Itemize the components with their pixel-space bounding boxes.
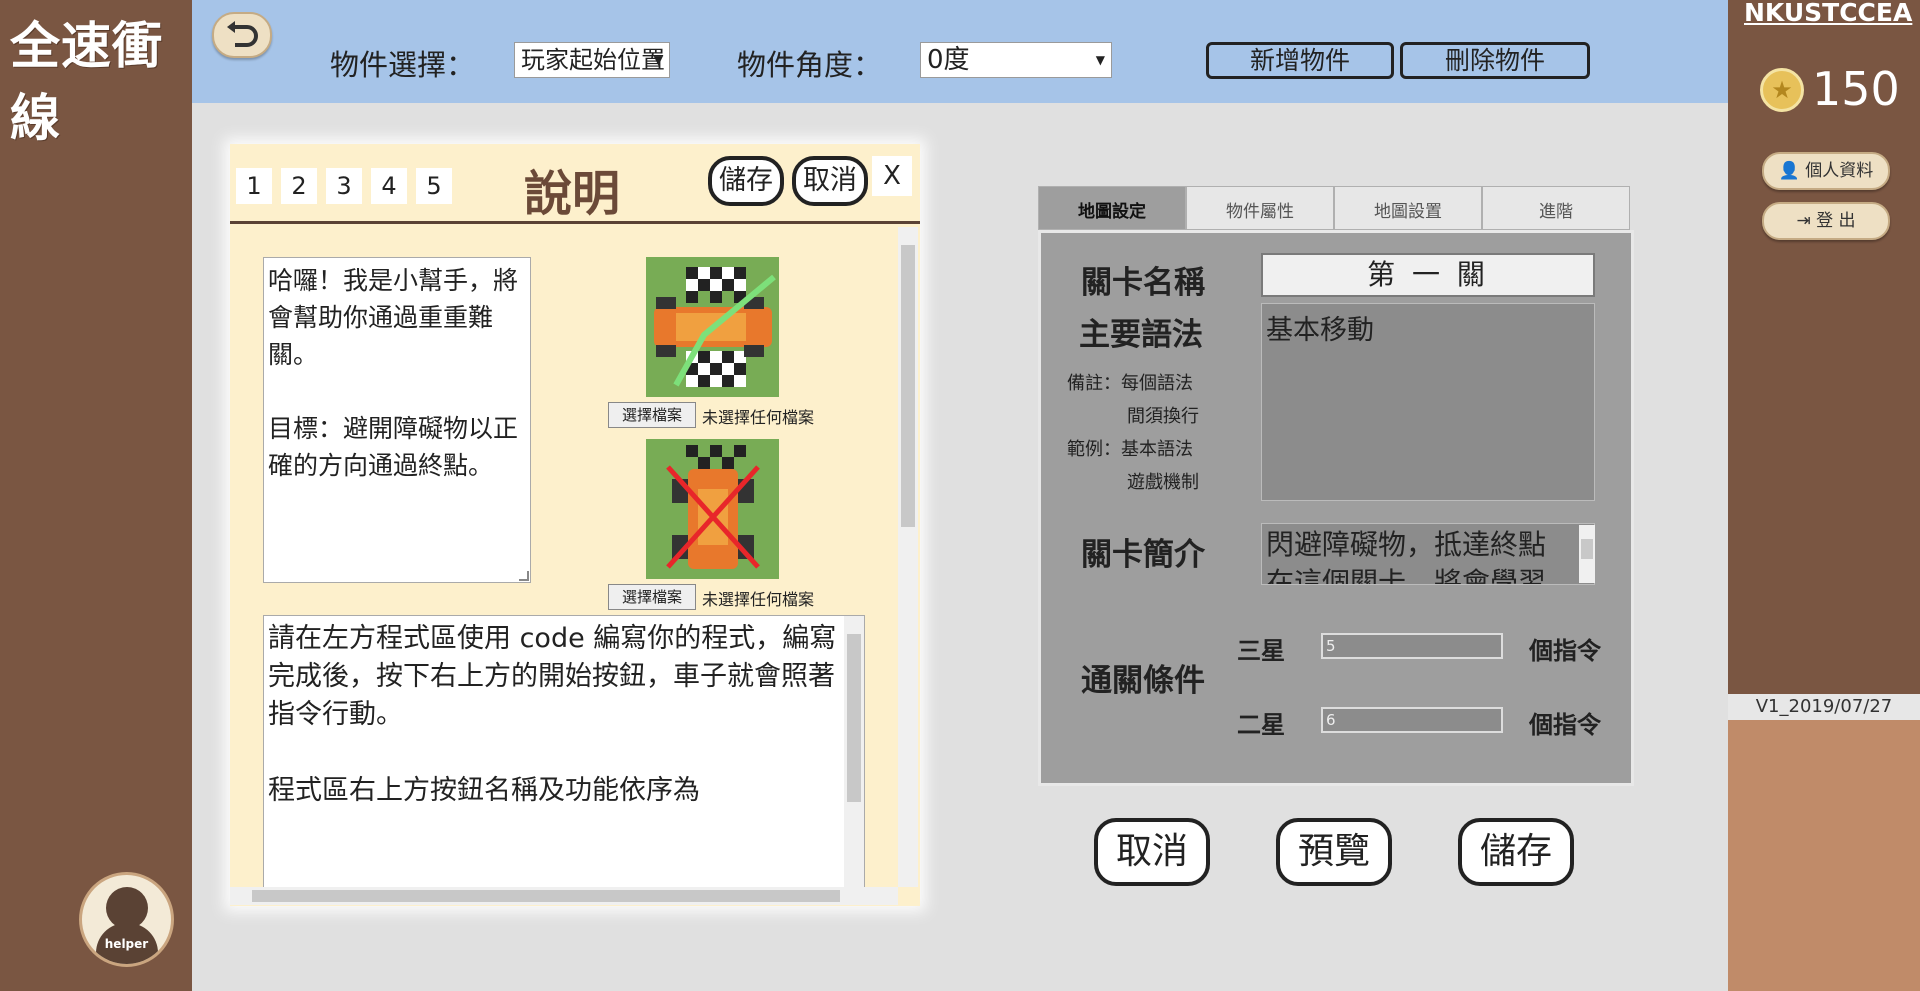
three-star-unit: 個指令 — [1529, 637, 1601, 665]
wrong-example-image — [646, 439, 779, 579]
profile-button[interactable]: 👤 個人資料 — [1762, 152, 1890, 190]
page-button-3[interactable]: 3 — [326, 168, 362, 204]
level-intro-scroll-thumb[interactable] — [1581, 539, 1593, 559]
cancel-button[interactable]: 取消 — [1094, 818, 1210, 886]
dropdown-arrow-icon: ▼ — [653, 53, 663, 67]
note-line-2: 間須換行 — [1127, 406, 1199, 427]
close-button[interactable]: X — [872, 156, 912, 196]
top-toolbar: 物件選擇： 玩家起始位置 ▼ 物件角度： 0度 ▼ 新增物件 刪除物件 — [192, 0, 1728, 103]
description-cancel-button[interactable]: 取消 — [792, 156, 868, 206]
description-header: 1 2 3 4 5 說明 儲存 取消 X — [230, 144, 920, 224]
correct-example-image — [646, 257, 779, 397]
level-intro-textarea[interactable]: 閃避障礙物，抵達終點 在這個關卡，將會學習 — [1261, 523, 1595, 585]
object-angle-dropdown[interactable]: 0度 ▼ — [920, 42, 1112, 78]
instructions-textarea[interactable]: 請在左方程式區使用 code 編寫你的程式，編寫完成後，按下右上方的開始按鈕，車… — [263, 615, 865, 895]
page-button-5[interactable]: 5 — [416, 168, 452, 204]
logout-label: 登 出 — [1816, 211, 1856, 231]
example-line-1: 範例：基本語法 — [1067, 439, 1193, 460]
scrollbar-thumb[interactable] — [847, 634, 861, 802]
finish-car-check-icon — [646, 257, 779, 397]
clear-condition-label: 通關條件 — [1081, 663, 1205, 699]
object-angle-value: 0度 — [927, 45, 970, 75]
right-sidebar-lower — [1728, 720, 1920, 991]
two-star-input[interactable]: 6 — [1321, 707, 1503, 733]
version-label: V1_2019/07/27 — [1728, 694, 1920, 720]
panel-vertical-scrollbar[interactable] — [898, 227, 918, 887]
main-syntax-label: 主要語法 — [1079, 317, 1203, 353]
page-button-1[interactable]: 1 — [236, 168, 272, 204]
profile-label: 個人資料 — [1805, 161, 1874, 181]
org-name-link[interactable]: NKUSTCCEA — [1744, 0, 1912, 27]
tab-map-settings[interactable]: 地圖設定 — [1038, 186, 1186, 230]
tab-advanced[interactable]: 進階 — [1482, 186, 1630, 230]
file-choose-button-1[interactable]: 選擇檔案 — [608, 402, 696, 428]
page-button-2[interactable]: 2 — [281, 168, 317, 204]
helper-label: helper — [104, 937, 149, 951]
file-status-2: 未選擇任何檔案 — [702, 590, 815, 609]
helper-avatar[interactable]: helper — [79, 872, 174, 967]
star-coin-icon: ★ — [1760, 68, 1804, 112]
back-button[interactable] — [212, 12, 272, 58]
logout-button[interactable]: ⇥ 登 出 — [1762, 202, 1890, 240]
three-star-input[interactable]: 5 — [1321, 633, 1503, 659]
two-star-label: 二星 — [1237, 711, 1285, 739]
object-select-dropdown[interactable]: 玩家起始位置 ▼ — [514, 42, 670, 78]
tab-map-layout[interactable]: 地圖設置 — [1334, 186, 1482, 230]
description-panel: 1 2 3 4 5 說明 儲存 取消 X 哈囉！我是小幫手，將會幫助你通過重重難… — [230, 144, 920, 906]
object-select-value: 玩家起始位置 — [521, 46, 665, 74]
panel-horizontal-thumb[interactable] — [252, 890, 840, 902]
level-intro-label: 關卡簡介 — [1081, 537, 1205, 573]
resize-grip-icon[interactable] — [519, 571, 529, 581]
dropdown-arrow-icon: ▼ — [1095, 53, 1105, 67]
panel-horizontal-scrollbar[interactable] — [230, 887, 898, 905]
instructions-scrollbar[interactable] — [844, 616, 864, 894]
level-name-input[interactable]: 第 一 關 — [1261, 253, 1595, 297]
page-button-4[interactable]: 4 — [371, 168, 407, 204]
two-star-unit: 個指令 — [1529, 711, 1601, 739]
left-sidebar: 全速衝線 helper — [0, 0, 192, 991]
object-angle-label: 物件角度： — [737, 48, 883, 82]
right-sidebar: NKUSTCCEA ★ 150 👤 個人資料 ⇥ 登 出 V1_2019/07/… — [1728, 0, 1920, 991]
description-scroll-area[interactable]: 哈囉！我是小幫手，將會幫助你通過重重難關。 目標：避開障礙物以正確的方向通過終點… — [230, 227, 920, 906]
three-star-label: 三星 — [1237, 637, 1285, 665]
tab-object-properties[interactable]: 物件屬性 — [1186, 186, 1334, 230]
level-intro-scrollbar[interactable] — [1579, 525, 1595, 583]
example-line-2: 遊戲機制 — [1127, 472, 1199, 493]
logout-icon: ⇥ — [1796, 211, 1811, 231]
description-save-button[interactable]: 儲存 — [708, 156, 784, 206]
app-title: 全速衝線 — [10, 16, 163, 147]
delete-object-button[interactable]: 刪除物件 — [1400, 42, 1590, 79]
file-choose-button-2[interactable]: 選擇檔案 — [608, 584, 696, 610]
level-intro-line-2: 在這個關卡，將會學習 — [1266, 566, 1547, 585]
object-select-label: 物件選擇： — [330, 48, 476, 82]
undo-arrow-icon — [227, 21, 258, 47]
level-intro-line-1: 閃避障礙物，抵達終點 — [1266, 528, 1547, 561]
add-object-button[interactable]: 新增物件 — [1206, 42, 1394, 79]
coin-count: 150 — [1812, 62, 1900, 116]
description-title: 說明 — [524, 166, 621, 222]
panel-vertical-thumb[interactable] — [901, 245, 915, 527]
file-status-1: 未選擇任何檔案 — [702, 408, 815, 427]
user-icon: 👤 — [1778, 161, 1800, 181]
settings-tabs: 地圖設定 物件屬性 地圖設置 進階 — [1038, 186, 1632, 230]
main-syntax-textarea[interactable]: 基本移動 — [1261, 303, 1595, 501]
intro-textarea[interactable]: 哈囉！我是小幫手，將會幫助你通過重重難關。 目標：避開障礙物以正確的方向通過終點… — [263, 257, 531, 583]
save-button[interactable]: 儲存 — [1458, 818, 1574, 886]
car-cross-icon — [646, 439, 779, 579]
note-line-1: 備註：每個語法 — [1067, 373, 1193, 394]
level-name-label: 關卡名稱 — [1081, 265, 1205, 301]
map-settings-panel: 關卡名稱 第 一 關 主要語法 基本移動 備註：每個語法 間須換行 範例：基本語… — [1038, 230, 1634, 786]
preview-button[interactable]: 預覽 — [1276, 818, 1392, 886]
